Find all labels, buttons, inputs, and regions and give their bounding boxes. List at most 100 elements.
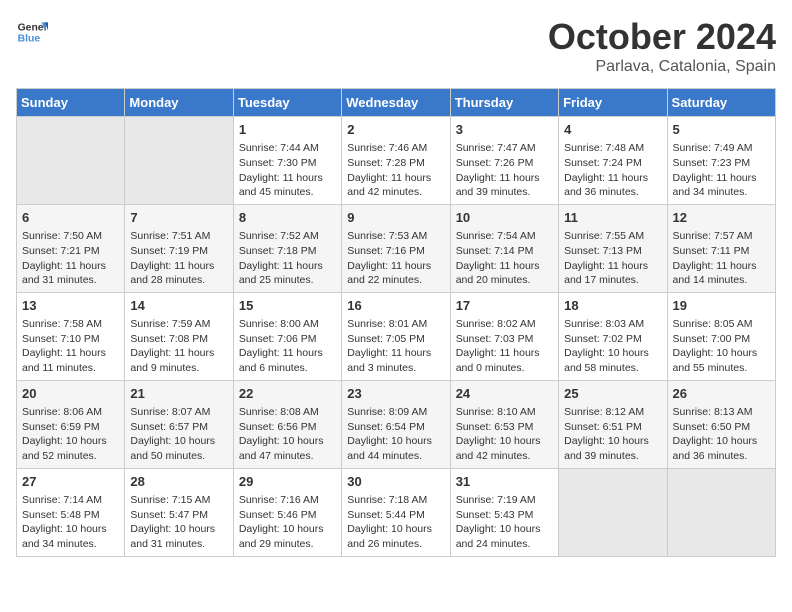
day-number: 8 [239, 209, 336, 227]
day-number: 10 [456, 209, 553, 227]
day-info: Sunrise: 7:51 AMSunset: 7:19 PMDaylight:… [130, 229, 227, 288]
day-number: 31 [456, 473, 553, 491]
day-info: Sunrise: 7:58 AMSunset: 7:10 PMDaylight:… [22, 317, 119, 376]
calendar-cell: 9 Sunrise: 7:53 AMSunset: 7:16 PMDaylight… [342, 204, 450, 292]
calendar-table: SundayMondayTuesdayWednesdayThursdayFrid… [16, 88, 776, 557]
day-info: Sunrise: 7:53 AMSunset: 7:16 PMDaylight:… [347, 229, 444, 288]
day-number: 6 [22, 209, 119, 227]
logo: General Blue [16, 16, 48, 48]
day-number: 30 [347, 473, 444, 491]
calendar-cell: 3 Sunrise: 7:47 AMSunset: 7:26 PMDaylight… [450, 117, 558, 205]
day-number: 19 [673, 297, 770, 315]
day-number: 15 [239, 297, 336, 315]
day-number: 26 [673, 385, 770, 403]
calendar-header-row: SundayMondayTuesdayWednesdayThursdayFrid… [17, 89, 776, 117]
calendar-cell: 7 Sunrise: 7:51 AMSunset: 7:19 PMDaylight… [125, 204, 233, 292]
calendar-cell [667, 468, 775, 556]
calendar-cell: 23 Sunrise: 8:09 AMSunset: 6:54 PMDayligh… [342, 380, 450, 468]
calendar-cell: 22 Sunrise: 8:08 AMSunset: 6:56 PMDayligh… [233, 380, 341, 468]
calendar-cell: 13 Sunrise: 7:58 AMSunset: 7:10 PMDayligh… [17, 292, 125, 380]
calendar-cell: 31 Sunrise: 7:19 AMSunset: 5:43 PMDayligh… [450, 468, 558, 556]
calendar-cell: 4Sunrise: 7:48 AMSunset: 7:24 PMDaylight… [559, 117, 667, 205]
day-info: Sunrise: 7:55 AMSunset: 7:13 PMDaylight:… [564, 229, 661, 288]
day-number: 5 [673, 121, 770, 139]
day-info: Sunrise: 7:57 AMSunset: 7:11 PMDaylight:… [673, 229, 770, 288]
calendar-cell: 29 Sunrise: 7:16 AMSunset: 5:46 PMDayligh… [233, 468, 341, 556]
day-number: 7 [130, 209, 227, 227]
header-tuesday: Tuesday [233, 89, 341, 117]
day-info: Sunrise: 7:50 AMSunset: 7:21 PMDaylight:… [22, 229, 119, 288]
calendar-cell [17, 117, 125, 205]
day-number: 11 [564, 209, 661, 227]
day-info: Sunrise: 8:13 AMSunset: 6:50 PMDaylight:… [673, 405, 770, 464]
calendar-cell: 1Sunrise: 7:44 AMSunset: 7:30 PMDaylight… [233, 117, 341, 205]
day-number: 2 [347, 121, 444, 139]
calendar-cell [559, 468, 667, 556]
day-number: 1 [239, 121, 336, 139]
calendar-week-4: 20 Sunrise: 8:06 AMSunset: 6:59 PMDayligh… [17, 380, 776, 468]
calendar-cell: 27 Sunrise: 7:14 AMSunset: 5:48 PMDayligh… [17, 468, 125, 556]
day-info: Sunrise: 8:06 AMSunset: 6:59 PMDaylight:… [22, 405, 119, 464]
calendar-cell: 16 Sunrise: 8:01 AMSunset: 7:05 PMDayligh… [342, 292, 450, 380]
day-info: Sunrise: 8:07 AMSunset: 6:57 PMDaylight:… [130, 405, 227, 464]
calendar-cell: 12Sunrise: 7:57 AMSunset: 7:11 PMDayligh… [667, 204, 775, 292]
header-friday: Friday [559, 89, 667, 117]
day-info: Sunrise: 7:14 AMSunset: 5:48 PMDaylight:… [22, 493, 119, 552]
calendar-cell: 18Sunrise: 8:03 AMSunset: 7:02 PMDayligh… [559, 292, 667, 380]
day-number: 9 [347, 209, 444, 227]
day-info: Sunrise: 7:19 AMSunset: 5:43 PMDaylight:… [456, 493, 553, 552]
calendar-cell: 15 Sunrise: 8:00 AMSunset: 7:06 PMDayligh… [233, 292, 341, 380]
calendar-cell: 11 Sunrise: 7:55 AMSunset: 7:13 PMDayligh… [559, 204, 667, 292]
day-info: Sunrise: 7:54 AMSunset: 7:14 PMDaylight:… [456, 229, 553, 288]
day-number: 29 [239, 473, 336, 491]
day-number: 27 [22, 473, 119, 491]
calendar-cell: 25Sunrise: 8:12 AMSunset: 6:51 PMDayligh… [559, 380, 667, 468]
header-monday: Monday [125, 89, 233, 117]
day-number: 14 [130, 297, 227, 315]
calendar-cell: 28Sunrise: 7:15 AMSunset: 5:47 PMDayligh… [125, 468, 233, 556]
day-info: Sunrise: 8:01 AMSunset: 7:05 PMDaylight:… [347, 317, 444, 376]
header-sunday: Sunday [17, 89, 125, 117]
header-saturday: Saturday [667, 89, 775, 117]
title-block: October 2024 Parlava, Catalonia, Spain [548, 16, 776, 76]
calendar-week-3: 13 Sunrise: 7:58 AMSunset: 7:10 PMDayligh… [17, 292, 776, 380]
calendar-cell: 2Sunrise: 7:46 AMSunset: 7:28 PMDaylight… [342, 117, 450, 205]
day-info: Sunrise: 7:59 AMSunset: 7:08 PMDaylight:… [130, 317, 227, 376]
day-number: 28 [130, 473, 227, 491]
calendar-cell: 17 Sunrise: 8:02 AMSunset: 7:03 PMDayligh… [450, 292, 558, 380]
calendar-cell: 10 Sunrise: 7:54 AMSunset: 7:14 PMDayligh… [450, 204, 558, 292]
day-info: Sunrise: 7:47 AMSunset: 7:26 PMDaylight:… [456, 141, 553, 200]
day-number: 16 [347, 297, 444, 315]
day-number: 23 [347, 385, 444, 403]
day-number: 3 [456, 121, 553, 139]
calendar-cell [125, 117, 233, 205]
day-number: 17 [456, 297, 553, 315]
calendar-cell: 19 Sunrise: 8:05 AMSunset: 7:00 PMDayligh… [667, 292, 775, 380]
calendar-cell: 8Sunrise: 7:52 AMSunset: 7:18 PMDaylight… [233, 204, 341, 292]
day-info: Sunrise: 8:12 AMSunset: 6:51 PMDaylight:… [564, 405, 661, 464]
header-wednesday: Wednesday [342, 89, 450, 117]
day-info: Sunrise: 8:02 AMSunset: 7:03 PMDaylight:… [456, 317, 553, 376]
day-number: 22 [239, 385, 336, 403]
day-info: Sunrise: 7:49 AMSunset: 7:23 PMDaylight:… [673, 141, 770, 200]
day-number: 24 [456, 385, 553, 403]
calendar-week-5: 27 Sunrise: 7:14 AMSunset: 5:48 PMDayligh… [17, 468, 776, 556]
header-thursday: Thursday [450, 89, 558, 117]
day-number: 13 [22, 297, 119, 315]
calendar-cell: 14 Sunrise: 7:59 AMSunset: 7:08 PMDayligh… [125, 292, 233, 380]
calendar-body: 1Sunrise: 7:44 AMSunset: 7:30 PMDaylight… [17, 117, 776, 557]
calendar-cell: 6 Sunrise: 7:50 AMSunset: 7:21 PMDaylight… [17, 204, 125, 292]
calendar-cell: 24Sunrise: 8:10 AMSunset: 6:53 PMDayligh… [450, 380, 558, 468]
calendar-cell: 20 Sunrise: 8:06 AMSunset: 6:59 PMDayligh… [17, 380, 125, 468]
day-info: Sunrise: 8:05 AMSunset: 7:00 PMDaylight:… [673, 317, 770, 376]
day-info: Sunrise: 7:48 AMSunset: 7:24 PMDaylight:… [564, 141, 661, 200]
day-number: 20 [22, 385, 119, 403]
svg-text:Blue: Blue [18, 34, 41, 45]
day-info: Sunrise: 8:03 AMSunset: 7:02 PMDaylight:… [564, 317, 661, 376]
month-title: October 2024 [548, 16, 776, 58]
day-info: Sunrise: 7:16 AMSunset: 5:46 PMDaylight:… [239, 493, 336, 552]
day-info: Sunrise: 8:00 AMSunset: 7:06 PMDaylight:… [239, 317, 336, 376]
day-info: Sunrise: 8:08 AMSunset: 6:56 PMDaylight:… [239, 405, 336, 464]
calendar-week-2: 6 Sunrise: 7:50 AMSunset: 7:21 PMDaylight… [17, 204, 776, 292]
day-info: Sunrise: 8:09 AMSunset: 6:54 PMDaylight:… [347, 405, 444, 464]
